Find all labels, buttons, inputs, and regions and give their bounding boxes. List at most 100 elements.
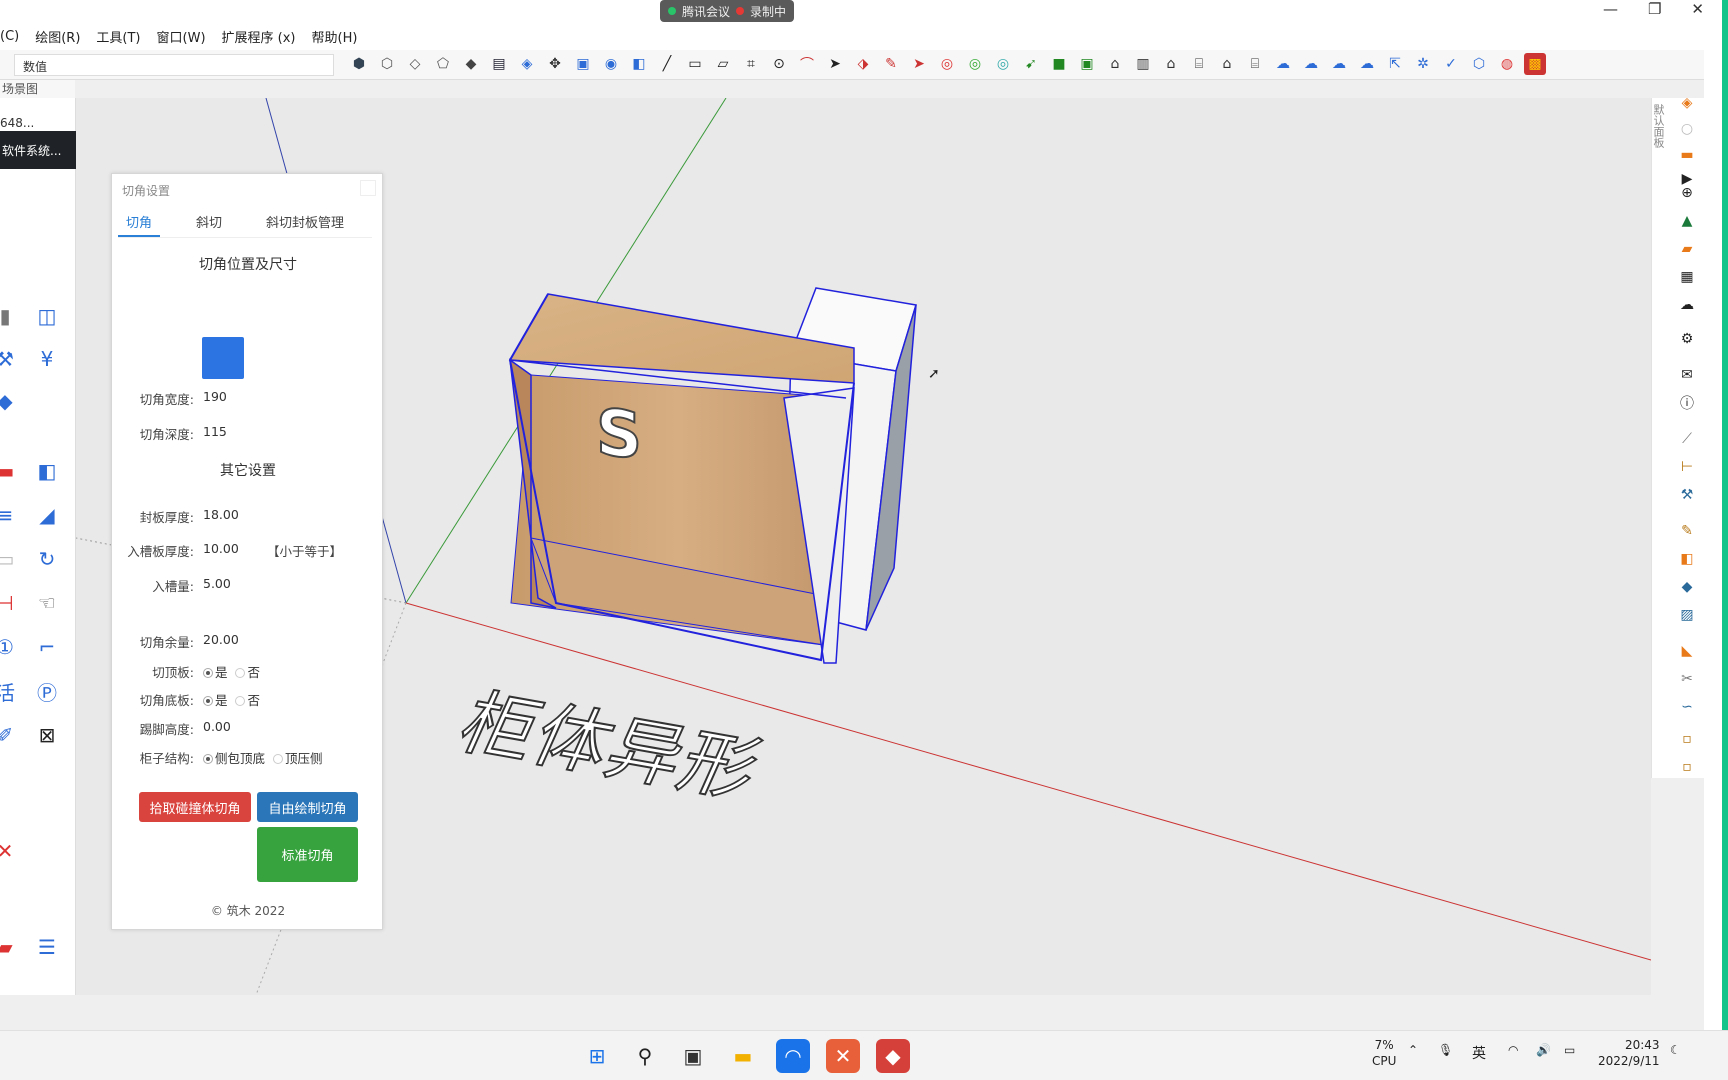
cut-top-yes-radio[interactable] [203, 667, 213, 678]
circle-icon[interactable]: ⊙ [768, 53, 790, 75]
orange-bars-icon[interactable]: ▬ [1676, 144, 1698, 166]
warehouse-icon[interactable]: ⌂ [1104, 53, 1126, 75]
textures-icon[interactable]: ▤ [488, 53, 510, 75]
tree-icon[interactable]: ▲ [1676, 210, 1698, 232]
corner-margin-input[interactable]: 20.00 [203, 632, 239, 647]
rectangle-icon[interactable]: ▭ [684, 53, 706, 75]
cloud-menu-icon[interactable]: ☁ [1356, 53, 1378, 75]
tab-bevel[interactable]: 斜切 [188, 208, 230, 237]
menu-item-help[interactable]: 帮助(H) [304, 27, 366, 46]
spiral-green-icon[interactable]: ◎ [964, 53, 986, 75]
cut-top-no-radio[interactable] [235, 667, 246, 678]
live-icon[interactable]: 活 [0, 678, 18, 705]
line-icon[interactable]: ╱ [656, 53, 678, 75]
orbit-icon[interactable]: ◉ [600, 53, 622, 75]
cloud-sync-icon[interactable]: ☁ [1328, 53, 1350, 75]
sketchup-icon[interactable]: ◆ [876, 1039, 910, 1073]
p-logo-icon[interactable]: Ⓟ [34, 678, 60, 705]
microphone-icon[interactable]: 🎙 [1438, 1043, 1453, 1057]
pencil-icon[interactable]: ✎ [1676, 520, 1698, 542]
tab-bevel-panel[interactable]: 斜切封板管理 [258, 208, 352, 237]
cut-bottom-no-radio[interactable] [235, 695, 246, 706]
corner-width-input[interactable]: 190 [203, 389, 227, 404]
axis-icon[interactable]: ✕ [0, 838, 18, 864]
polygon-icon[interactable]: ⌗ [740, 53, 762, 75]
list-icon[interactable]: ☰ [34, 934, 60, 960]
shapes-icon[interactable]: ◆ [1676, 576, 1698, 598]
box3d-icon[interactable]: ◆ [0, 388, 18, 414]
store-icon[interactable]: ⌸ [1188, 53, 1210, 75]
split-red-icon[interactable]: ⊣ [0, 590, 18, 616]
battery-icon[interactable]: ▭ [1564, 1043, 1575, 1057]
checker-icon[interactable]: ▦ [1676, 266, 1698, 288]
kick-height-input[interactable]: 0.00 [203, 719, 231, 734]
menu-item-c[interactable]: (C) [0, 29, 27, 44]
rotated-rect-icon[interactable]: ▱ [712, 53, 734, 75]
xray-icon[interactable]: ⬠ [432, 53, 454, 75]
brush-icon[interactable]: ✐ [0, 722, 18, 748]
stack-icon[interactable]: ≡ [0, 502, 18, 528]
select-green-icon[interactable]: ➹ [1020, 53, 1042, 75]
small-box-icon[interactable]: ▫ [1676, 728, 1698, 750]
box-blue-icon[interactable]: ▣ [572, 53, 594, 75]
menu-item-tools[interactable]: 工具(T) [88, 27, 148, 46]
step-icon[interactable]: ◢ [34, 502, 60, 528]
spiral-teal-icon[interactable]: ◎ [992, 53, 1014, 75]
wireframe-icon[interactable]: ◇ [404, 53, 426, 75]
hexagon-icon[interactable]: ⬡ [1468, 53, 1490, 75]
structure-side-radio[interactable] [203, 753, 213, 764]
close-button[interactable]: ✕ [1691, 0, 1704, 18]
panel-thickness-input[interactable]: 18.00 [203, 507, 239, 522]
wifi-icon[interactable]: ◠ [1508, 1043, 1518, 1057]
tag-icon[interactable]: ◣ [1676, 640, 1698, 662]
windows-start-icon[interactable]: ⊞ [580, 1039, 614, 1073]
shop-icon[interactable]: ⌸ [1244, 53, 1266, 75]
notification-moon-icon[interactable]: ☾ [1670, 1043, 1681, 1057]
arc-icon[interactable]: ⌒ [796, 53, 818, 75]
component-icon[interactable]: ⬗ [852, 53, 874, 75]
menu-item-draw[interactable]: 绘图(R) [27, 27, 88, 46]
cut-bottom-yes-radio[interactable] [203, 695, 213, 706]
volume-icon[interactable]: 🔊 [1536, 1043, 1551, 1057]
app-orange-icon[interactable]: ✕ [826, 1039, 860, 1073]
free-draw-corner-button[interactable]: 自由绘制切角 [257, 792, 358, 822]
plugin-icon[interactable]: ▩ [1524, 53, 1546, 75]
menu-item-extensions[interactable]: 扩展程序 (x) [214, 27, 304, 46]
network-icon[interactable]: ✲ [1412, 53, 1434, 75]
wrench-icon[interactable]: ⚒ [1676, 484, 1698, 506]
half-panel-icon[interactable]: ◧ [34, 458, 60, 484]
home-outline-icon[interactable]: ⌂ [1216, 53, 1238, 75]
check-icon[interactable]: ✓ [1440, 53, 1462, 75]
eraser-icon[interactable]: ✎ [880, 53, 902, 75]
cube-icon[interactable]: ◧ [628, 53, 650, 75]
monochrome-icon[interactable]: ◆ [460, 53, 482, 75]
refresh-icon[interactable]: ↻ [34, 546, 60, 572]
meeting-indicator[interactable]: 腾讯会议 录制中 [660, 0, 795, 22]
cloud-search-icon[interactable]: ☁ [1300, 53, 1322, 75]
structure-top-radio[interactable] [272, 753, 283, 764]
material-icon[interactable]: ◈ [516, 53, 538, 75]
menu-item-window[interactable]: 窗口(W) [149, 27, 214, 46]
corner-depth-input[interactable]: 115 [203, 424, 227, 439]
add-icon[interactable]: ⊕ [1676, 182, 1698, 204]
sf-icon[interactable]: ▰ [0, 934, 18, 960]
number-one-icon[interactable]: ① [0, 634, 18, 660]
dimension-icon[interactable]: ⊢ [1676, 456, 1698, 478]
mail-icon[interactable]: ✉ [1676, 364, 1698, 386]
scene-tab[interactable]: 场景图 [0, 80, 75, 98]
curve-icon[interactable]: ∽ [1676, 696, 1698, 718]
hidden-line-icon[interactable]: ⬡ [376, 53, 398, 75]
restore-button[interactable]: ❐ [1648, 0, 1661, 18]
cpu-usage[interactable]: 7% CPU [1372, 1037, 1396, 1069]
tools-icon[interactable]: ⚒ [0, 346, 18, 372]
pointer-red-icon[interactable]: ➤ [908, 53, 930, 75]
settings-icon[interactable]: ⚙ [1676, 328, 1698, 350]
clock[interactable]: 20:43 2022/9/11 [1598, 1037, 1660, 1069]
search-icon[interactable]: ⚲ [628, 1039, 662, 1073]
house-icon[interactable]: ⌂ [1160, 53, 1182, 75]
square-green-icon[interactable]: ■ [1048, 53, 1070, 75]
groove-amount-input[interactable]: 5.00 [203, 576, 231, 591]
measurements-box[interactable]: 数值 [14, 54, 334, 76]
export-icon[interactable]: ⇱ [1384, 53, 1406, 75]
file-explorer-icon[interactable]: ▬ [726, 1039, 760, 1073]
